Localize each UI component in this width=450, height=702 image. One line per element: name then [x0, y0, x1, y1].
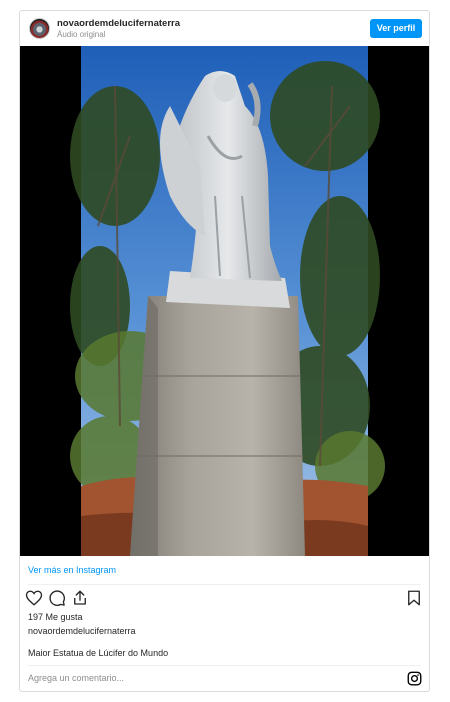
- heart-icon[interactable]: [25, 589, 43, 607]
- view-profile-button[interactable]: Ver perfil: [370, 19, 422, 38]
- video-frame: [20, 46, 429, 556]
- username-link[interactable]: novaordemdelucifernaterra: [57, 18, 180, 29]
- post-caption: Maior Estatua de Lúcifer do Mundo: [28, 648, 169, 658]
- bookmark-icon[interactable]: [405, 589, 423, 607]
- comment-icon[interactable]: [48, 589, 66, 607]
- audio-label[interactable]: Áudio original: [57, 30, 105, 40]
- instagram-embed-card: novaordemdelucifernaterra Áudio original…: [19, 10, 430, 692]
- avatar[interactable]: [29, 18, 50, 39]
- post-header: novaordemdelucifernaterra Áudio original…: [20, 11, 429, 46]
- action-bar: [25, 589, 423, 609]
- likes-count[interactable]: 197 Me gusta: [28, 612, 83, 623]
- add-comment-field[interactable]: Agrega un comentario...: [28, 673, 124, 684]
- see-more-link[interactable]: Ver más en Instagram: [28, 565, 116, 576]
- divider: [28, 584, 421, 585]
- share-icon[interactable]: [71, 589, 89, 607]
- post-video[interactable]: [20, 46, 429, 556]
- instagram-icon[interactable]: [407, 671, 422, 686]
- post-owner-username[interactable]: novaordemdelucifernaterra: [28, 626, 136, 637]
- divider: [28, 665, 421, 666]
